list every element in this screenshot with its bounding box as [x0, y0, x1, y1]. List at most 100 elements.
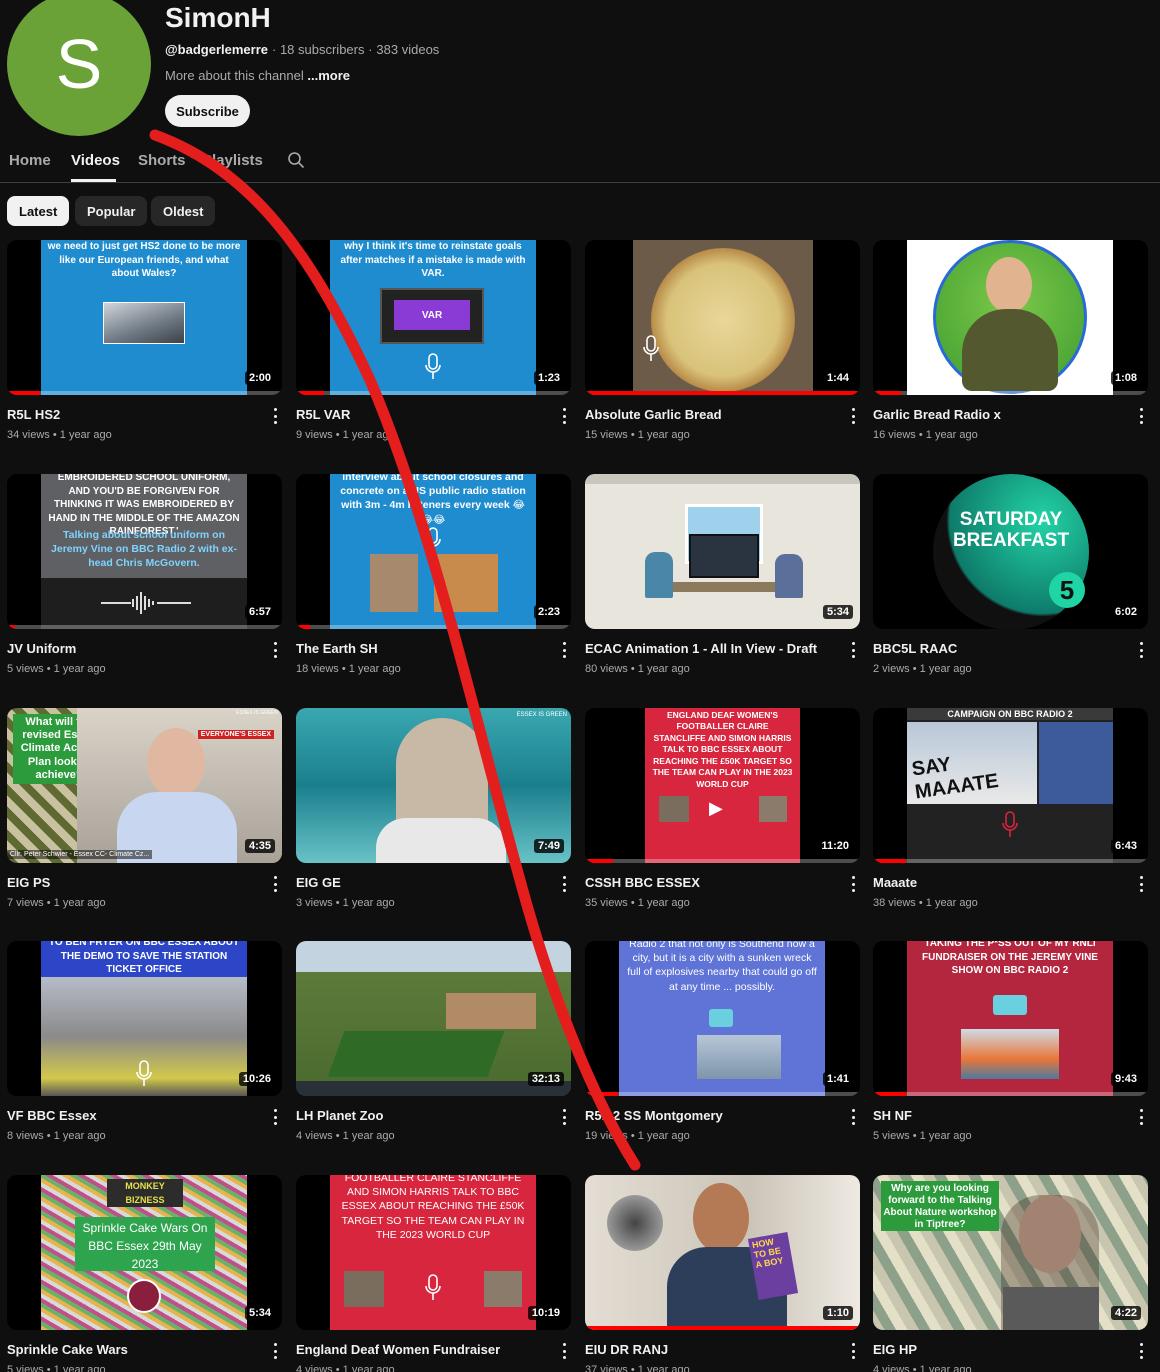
video-thumbnail[interactable]: why I think it's time to reinstate goals…	[296, 240, 571, 395]
more-actions-icon[interactable]	[1136, 1109, 1146, 1125]
video-title[interactable]: EIG GE	[296, 875, 546, 890]
more-actions-icon[interactable]	[270, 408, 280, 424]
video-card[interactable]: Why are you looking forward to the Talki…	[873, 1175, 1148, 1372]
video-title[interactable]: R5L VAR	[296, 407, 546, 422]
video-title[interactable]: England Deaf Women Fundraiser	[296, 1342, 546, 1357]
video-card[interactable]: Radio 2 that not only is Southend now a …	[585, 941, 860, 1142]
chip-oldest[interactable]: Oldest	[151, 196, 216, 226]
more-actions-icon[interactable]	[559, 876, 569, 892]
more-actions-icon[interactable]	[1136, 408, 1146, 424]
more-actions-icon[interactable]	[848, 1343, 858, 1359]
video-card[interactable]: TO BEN FRYER ON BBC ESSEX ABOUT THE DEMO…	[7, 941, 282, 1142]
thumbnail-image: FOOTBALLER CLAIRE STANCLIFFE AND SIMON H…	[330, 1175, 536, 1330]
video-thumbnail[interactable]: ENGLAND DEAF WOMEN'S FOOTBALLER CLAIRE S…	[585, 708, 860, 863]
more-actions-icon[interactable]	[848, 876, 858, 892]
video-title[interactable]: CSSH BBC ESSEX	[585, 875, 835, 890]
video-title[interactable]: LH Planet Zoo	[296, 1108, 546, 1123]
more-actions-icon[interactable]	[1136, 876, 1146, 892]
video-thumbnail[interactable]: HOW TO BE A BOY 1:10	[585, 1175, 860, 1330]
video-card[interactable]: EMBROIDERED SCHOOL UNIFORM, AND YOU'D BE…	[7, 474, 282, 675]
more-actions-icon[interactable]	[1136, 642, 1146, 658]
more-actions-icon[interactable]	[1136, 1343, 1146, 1359]
video-thumbnail[interactable]: Radio 2 that not only is Southend now a …	[585, 941, 860, 1096]
video-card[interactable]: why I think it's time to reinstate goals…	[296, 240, 571, 441]
video-duration: 6:57	[244, 605, 275, 619]
more-actions-icon[interactable]	[270, 642, 280, 658]
video-card[interactable]: ENGLAND DEAF WOMEN'S FOOTBALLER CLAIRE S…	[585, 708, 860, 909]
more-actions-icon[interactable]	[559, 642, 569, 658]
video-title[interactable]: Maaate	[873, 875, 1123, 890]
video-title[interactable]: The Earth SH	[296, 641, 546, 656]
video-title[interactable]: Absolute Garlic Bread	[585, 407, 835, 422]
chip-popular[interactable]: Popular	[75, 196, 148, 226]
video-card[interactable]: HOW TO BE A BOY 1:10 EIU DR RANJ 37 view…	[585, 1175, 860, 1372]
video-title[interactable]: Garlic Bread Radio x	[873, 407, 1123, 422]
video-meta: 5 views • 1 year ago	[7, 1364, 106, 1372]
more-actions-icon[interactable]	[848, 1109, 858, 1125]
more-actions-icon[interactable]	[559, 408, 569, 424]
video-title[interactable]: Sprinkle Cake Wars	[7, 1342, 257, 1357]
video-card[interactable]: TAKING THE P*SS OUT OF MY RNLI FUNDRAISE…	[873, 941, 1148, 1142]
video-card[interactable]: FOOTBALLER CLAIRE STANCLIFFE AND SIMON H…	[296, 1175, 571, 1372]
video-title[interactable]: R5L 2 SS Montgomery	[585, 1108, 835, 1123]
video-title[interactable]: VF BBC Essex	[7, 1108, 257, 1123]
video-card[interactable]: MONKEY BIZNESS Sprinkle Cake Wars On BBC…	[7, 1175, 282, 1372]
video-card[interactable]: 5:34 ECAC Animation 1 - All In View - Dr…	[585, 474, 860, 675]
video-thumbnail[interactable]: 32:13	[296, 941, 571, 1096]
video-title[interactable]: SH NF	[873, 1108, 1123, 1123]
tab-playlists[interactable]: Playlists	[202, 152, 263, 169]
more-actions-icon[interactable]	[559, 1109, 569, 1125]
video-title[interactable]: ECAC Animation 1 - All In View - Draft	[585, 641, 835, 656]
video-title[interactable]: EIG PS	[7, 875, 257, 890]
video-card[interactable]: 32:13 LH Planet Zoo 4 views • 1 year ago	[296, 941, 571, 1142]
subscribe-button[interactable]: Subscribe	[165, 95, 250, 127]
video-thumbnail[interactable]: What will the revised Essex Climate Acti…	[7, 708, 282, 863]
video-card[interactable]: ESSEX IS GREEN 7:49 EIG GE 3 views • 1 y…	[296, 708, 571, 909]
video-card[interactable]: CAMPAIGN ON BBC RADIO 2 SAY MAAATE 6:43 …	[873, 708, 1148, 909]
video-thumbnail[interactable]: TO BEN FRYER ON BBC ESSEX ABOUT THE DEMO…	[7, 941, 282, 1096]
video-title[interactable]: EIG HP	[873, 1342, 1123, 1357]
video-thumbnail[interactable]: MONKEY BIZNESS Sprinkle Cake Wars On BBC…	[7, 1175, 282, 1330]
video-thumbnail[interactable]: we need to just get HS2 done to be more …	[7, 240, 282, 395]
chip-latest[interactable]: Latest	[7, 196, 70, 226]
more-actions-icon[interactable]	[848, 642, 858, 658]
microphone-icon	[425, 1274, 441, 1300]
video-title[interactable]: R5L HS2	[7, 407, 257, 422]
microphone-icon	[136, 1060, 152, 1086]
search-icon[interactable]	[287, 151, 305, 169]
video-thumbnail[interactable]: EMBROIDERED SCHOOL UNIFORM, AND YOU'D BE…	[7, 474, 282, 629]
video-thumbnail[interactable]: CAMPAIGN ON BBC RADIO 2 SAY MAAATE 6:43	[873, 708, 1148, 863]
about-more-link[interactable]: ...more	[307, 68, 350, 83]
channel-avatar[interactable]: S	[7, 0, 151, 136]
video-thumbnail[interactable]: ESSEX IS GREEN 7:49	[296, 708, 571, 863]
speaker-photo	[370, 554, 418, 612]
more-actions-icon[interactable]	[270, 876, 280, 892]
more-actions-icon[interactable]	[559, 1343, 569, 1359]
video-title[interactable]: BBC5L RAAC	[873, 641, 1123, 656]
tab-videos[interactable]: Videos	[71, 152, 120, 169]
more-actions-icon[interactable]	[270, 1343, 280, 1359]
video-thumbnail[interactable]: FOOTBALLER CLAIRE STANCLIFFE AND SIMON H…	[296, 1175, 571, 1330]
video-thumbnail[interactable]: TAKING THE P*SS OUT OF MY RNLI FUNDRAISE…	[873, 941, 1148, 1096]
video-title[interactable]: EIU DR RANJ	[585, 1342, 835, 1357]
video-thumbnail[interactable]: 1:08	[873, 240, 1148, 395]
more-actions-icon[interactable]	[270, 1109, 280, 1125]
video-thumbnail[interactable]: 1:44	[585, 240, 860, 395]
video-card[interactable]: What will the revised Essex Climate Acti…	[7, 708, 282, 909]
tab-shorts[interactable]: Shorts	[138, 152, 186, 169]
video-card[interactable]: we need to just get HS2 done to be more …	[7, 240, 282, 441]
video-card[interactable]: interview about school closures and conc…	[296, 474, 571, 675]
video-title[interactable]: JV Uniform	[7, 641, 257, 656]
video-card[interactable]: 1:44 Absolute Garlic Bread 15 views • 1 …	[585, 240, 860, 441]
more-actions-icon[interactable]	[848, 408, 858, 424]
video-thumbnail[interactable]: 5:34	[585, 474, 860, 629]
channel-about[interactable]: More about this channel ...more	[165, 68, 350, 83]
wreck-photo	[697, 1035, 781, 1079]
video-card[interactable]: SATURDAY BREAKFAST 5 6:02 BBC5L RAAC 2 v…	[873, 474, 1148, 675]
video-card[interactable]: 1:08 Garlic Bread Radio x 16 views • 1 y…	[873, 240, 1148, 441]
tab-home[interactable]: Home	[9, 152, 51, 169]
video-thumbnail[interactable]: Why are you looking forward to the Talki…	[873, 1175, 1148, 1330]
thumbnail-image: we need to just get HS2 done to be more …	[41, 240, 247, 395]
video-thumbnail[interactable]: interview about school closures and conc…	[296, 474, 571, 629]
video-thumbnail[interactable]: SATURDAY BREAKFAST 5 6:02	[873, 474, 1148, 629]
